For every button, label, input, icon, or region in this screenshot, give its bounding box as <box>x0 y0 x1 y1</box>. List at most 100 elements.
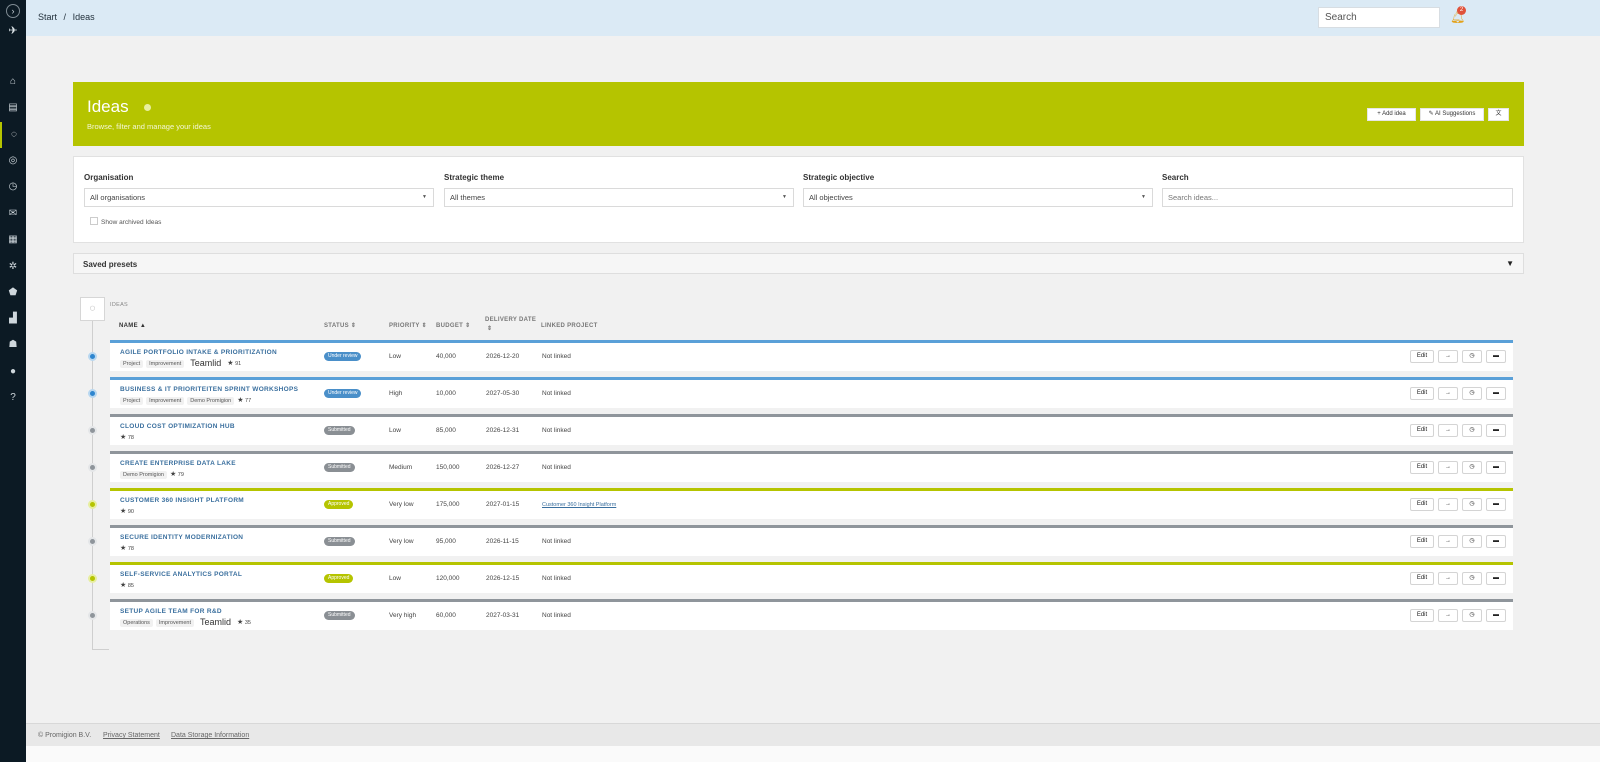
search-ideas-input[interactable]: Search ideas... <box>1162 188 1513 207</box>
status-column-header[interactable]: STATUS ⇕ <box>324 322 356 331</box>
table-row[interactable]: CUSTOMER 360 INSIGHT PLATFORM ★ 90 Approve… <box>110 488 1513 519</box>
table-row[interactable]: BUSINESS & IT PRIORITEITEN SPRINT WORKSH… <box>110 377 1513 408</box>
history-icon[interactable]: ◷ <box>1462 535 1482 548</box>
linked-project-cell[interactable]: Customer 360 Insight Platform <box>542 502 616 508</box>
edit-button[interactable]: Edit <box>1410 461 1434 474</box>
search-input[interactable]: Search <box>1318 7 1440 28</box>
archive-icon[interactable]: ▬ <box>1486 609 1506 622</box>
data-storage-link[interactable]: Data Storage Information <box>171 732 249 739</box>
move-arrow-icon[interactable]: → <box>1438 387 1458 400</box>
mail-icon[interactable]: ✉ <box>0 201 26 227</box>
history-icon[interactable]: ◷ <box>1462 387 1482 400</box>
objective-label: Strategic objective <box>803 173 875 182</box>
table-row[interactable]: SELF-SERVICE ANALYTICS PORTAL ★ 85 Approve… <box>110 562 1513 593</box>
table-row[interactable]: CREATE ENTERPRISE DATA LAKE Demo Promigio… <box>110 451 1513 482</box>
main-content: Ideas Browse, filter and manage your ide… <box>26 36 1600 706</box>
history-icon[interactable]: ◷ <box>1462 424 1482 437</box>
archive-icon[interactable]: ▬ <box>1486 350 1506 363</box>
theme-select[interactable]: All themes ▼ <box>444 188 794 207</box>
lightbulb-icon[interactable]: ◌ <box>0 122 26 148</box>
edit-button[interactable]: Edit <box>1410 498 1434 511</box>
table-row[interactable]: CLOUD COST OPTIMIZATION HUB ★ 78 Submitted… <box>110 414 1513 445</box>
breadcrumb-start[interactable]: Start <box>38 12 57 22</box>
history-icon[interactable]: ◷ <box>1462 461 1482 474</box>
delivery-date-column-header[interactable]: DELIVERY DATE ⇕ <box>485 316 536 334</box>
delivery-date-header-text: DELIVERY DATE <box>485 317 537 323</box>
archive-icon[interactable]: ▬ <box>1486 572 1506 585</box>
objective-select[interactable]: All objectives ▼ <box>803 188 1153 207</box>
clock-icon[interactable]: ◷ <box>0 174 26 200</box>
linked-project-cell: Not linked <box>542 353 571 360</box>
idea-name-link[interactable]: CUSTOMER 360 INSIGHT PLATFORM <box>120 497 244 504</box>
translate-icon[interactable]: 文 <box>1488 108 1509 121</box>
edit-button[interactable]: Edit <box>1410 424 1434 437</box>
page-subtitle: Browse, filter and manage your ideas <box>87 122 211 131</box>
edit-button[interactable]: Edit <box>1410 350 1434 363</box>
archive-icon[interactable]: ▬ <box>1486 424 1506 437</box>
move-arrow-icon[interactable]: → <box>1438 498 1458 511</box>
idea-tags: Operations Improvement Teamlid ★ 35 <box>120 618 251 628</box>
idea-name-link[interactable]: CLOUD COST OPTIMIZATION HUB <box>120 423 235 430</box>
priority-cell: Low <box>389 427 401 434</box>
table-row[interactable]: SETUP AGILE TEAM FOR R&D Operations Improv… <box>110 599 1513 630</box>
idea-name-link[interactable]: CREATE ENTERPRISE DATA LAKE <box>120 460 236 467</box>
inbox-icon[interactable]: ▤ <box>0 95 26 121</box>
caret-down-icon[interactable]: ▼ <box>1506 259 1514 268</box>
archive-icon[interactable]: ▬ <box>1486 461 1506 474</box>
timeline-node <box>88 426 97 435</box>
organisation-select[interactable]: All organisations ▼ <box>84 188 434 207</box>
compass-icon[interactable]: ◎ <box>0 148 26 174</box>
priority-column-header[interactable]: PRIORITY ⇕ <box>389 322 427 331</box>
timeline-line <box>92 321 93 649</box>
chevron-right-icon[interactable]: › <box>6 4 20 18</box>
gear-icon[interactable]: ✲ <box>0 254 26 280</box>
table-row[interactable]: AGILE PORTFOLIO INTAKE & PRIORITIZATION P… <box>110 340 1513 371</box>
privacy-statement-link[interactable]: Privacy Statement <box>103 732 160 739</box>
shield-icon[interactable]: ⬟ <box>0 280 26 306</box>
move-arrow-icon[interactable]: → <box>1438 424 1458 437</box>
help-icon[interactable]: ? <box>0 385 26 411</box>
idea-name-link[interactable]: AGILE PORTFOLIO INTAKE & PRIORITIZATION <box>120 349 277 356</box>
home-icon[interactable]: ⌂ <box>0 69 26 95</box>
archive-icon[interactable]: ▬ <box>1486 535 1506 548</box>
history-icon[interactable]: ◷ <box>1462 350 1482 363</box>
filter-panel: Organisation All organisations ▼ Strateg… <box>73 156 1524 243</box>
checkbox-icon[interactable] <box>90 217 98 225</box>
users-icon[interactable]: ☗ <box>0 332 26 358</box>
budget-cell: 60,000 <box>436 612 456 619</box>
move-arrow-icon[interactable]: → <box>1438 609 1458 622</box>
edit-button[interactable]: Edit <box>1410 535 1434 548</box>
move-arrow-icon[interactable]: → <box>1438 535 1458 548</box>
idea-name-link[interactable]: SETUP AGILE TEAM FOR R&D <box>120 608 222 615</box>
move-arrow-icon[interactable]: → <box>1438 461 1458 474</box>
tag: Operations <box>120 619 153 627</box>
history-icon[interactable]: ◷ <box>1462 498 1482 511</box>
idea-name-link[interactable]: SECURE IDENTITY MODERNIZATION <box>120 534 243 541</box>
edit-button[interactable]: Edit <box>1410 387 1434 400</box>
history-icon[interactable]: ◷ <box>1462 572 1482 585</box>
timeline-node <box>88 574 97 583</box>
archive-icon[interactable]: ▬ <box>1486 498 1506 511</box>
star-icon: ★ <box>237 619 244 626</box>
name-column-header[interactable]: NAME ▲ <box>119 322 146 331</box>
edit-button[interactable]: Edit <box>1410 572 1434 585</box>
page-title: Ideas <box>87 97 129 116</box>
show-archived-checkbox[interactable]: Show archived Ideas <box>90 217 161 226</box>
saved-presets-panel[interactable]: Saved presets ▼ <box>73 253 1524 274</box>
table-row[interactable]: SECURE IDENTITY MODERNIZATION ★ 78 Submitt… <box>110 525 1513 556</box>
ai-suggestions-button[interactable]: ✎ AI Suggestions <box>1420 108 1484 121</box>
add-idea-button[interactable]: + Add idea <box>1367 108 1416 121</box>
idea-name-link[interactable]: SELF-SERVICE ANALYTICS PORTAL <box>120 571 242 578</box>
idea-name-link[interactable]: BUSINESS & IT PRIORITEITEN SPRINT WORKSH… <box>120 386 298 393</box>
archive-icon[interactable]: ▬ <box>1486 387 1506 400</box>
lightbulb-icon: ◌ <box>80 297 105 321</box>
history-icon[interactable]: ◷ <box>1462 609 1482 622</box>
score-value: 79 <box>177 472 184 478</box>
chart-icon[interactable]: ▟ <box>0 306 26 332</box>
move-arrow-icon[interactable]: → <box>1438 350 1458 363</box>
document-icon[interactable]: ▦ <box>0 227 26 253</box>
edit-button[interactable]: Edit <box>1410 609 1434 622</box>
user-icon[interactable]: ● <box>0 359 26 385</box>
budget-column-header[interactable]: BUDGET ⇕ <box>436 322 470 331</box>
move-arrow-icon[interactable]: → <box>1438 572 1458 585</box>
